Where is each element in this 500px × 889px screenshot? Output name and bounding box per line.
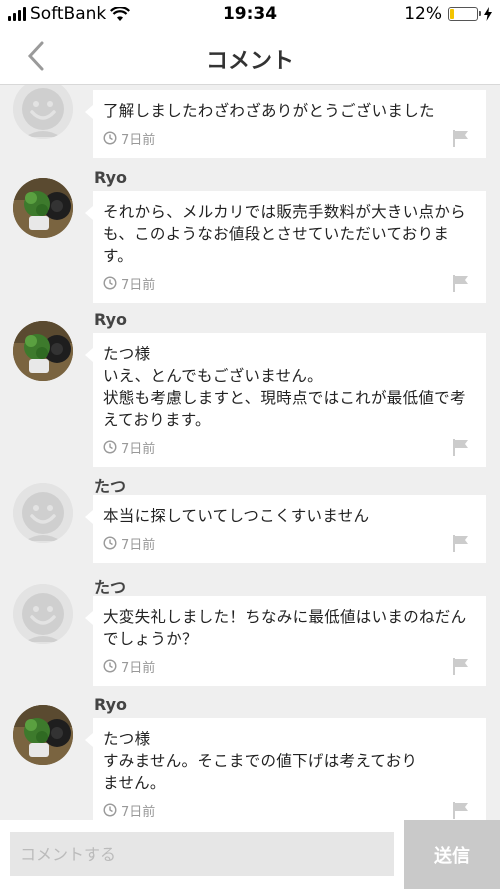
comment-bubble: たつ様 すみません。そこまでの値下げは考えており ません。 7日前 (85, 718, 486, 820)
flag-icon[interactable] (452, 657, 470, 675)
avatar[interactable] (13, 483, 73, 543)
comment-bubble: たつ様 いえ、とんでもございません。 状態も考慮しますと、現時点ではこれが最低値… (85, 333, 486, 467)
comment-text: 本当に探していてしつこくすいません (103, 507, 370, 525)
avatar[interactable] (13, 705, 73, 765)
default-avatar-icon (13, 584, 73, 644)
comment-text: たつ様 すみません。そこまでの値下げは考えており ません。 (103, 730, 418, 792)
clock-icon (103, 440, 117, 454)
comment-time: 7日前 (121, 441, 156, 457)
clock-icon (103, 276, 117, 290)
comment-text: 大変失礼しました！ちなみに最低値はいまのねだん でしょうか？ (103, 608, 467, 648)
flag-icon[interactable] (452, 801, 470, 819)
comment-bubble: 了解しましたわざわざありがとうございました 7日前 (85, 90, 486, 158)
comment-input-bar: 送信 (0, 820, 500, 889)
comment-time: 7日前 (121, 537, 156, 553)
clock-icon (103, 803, 117, 817)
user-photo (13, 178, 73, 238)
avatar[interactable] (13, 178, 73, 238)
nav-bar: コメント (0, 30, 500, 85)
comment-time: 7日前 (121, 804, 156, 820)
avatar[interactable] (13, 85, 73, 139)
user-photo (13, 321, 73, 381)
page-title: コメント (205, 49, 294, 74)
clock-icon (103, 659, 117, 673)
comment-username[interactable]: Ryo (94, 168, 127, 187)
flag-icon[interactable] (452, 274, 470, 292)
clock-icon (103, 131, 117, 145)
comment-username[interactable]: たつ (94, 574, 126, 598)
comment-text: 了解しましたわざわざありがとうございました (103, 102, 435, 120)
avatar[interactable] (13, 321, 73, 381)
default-avatar-icon (13, 483, 73, 543)
comment-time: 7日前 (121, 277, 156, 293)
default-avatar-icon (13, 85, 73, 139)
charging-icon (484, 7, 492, 21)
avatar[interactable] (13, 584, 73, 644)
comment-bubble: 本当に探していてしつこくすいません 7日前 (85, 495, 486, 563)
comment-username[interactable]: たつ (94, 473, 126, 497)
comment-bubble: それから、メルカリでは販売手数料が大きい点から も、このようなお値段とさせていた… (85, 191, 486, 303)
comment-username[interactable]: Ryo (94, 310, 127, 329)
comment-text: たつ様 いえ、とんでもございません。 状態も考慮しますと、現時点ではこれが最低値… (103, 345, 466, 429)
battery-icon (448, 7, 481, 21)
clock-icon (103, 536, 117, 550)
battery-percent: 12% (404, 4, 442, 24)
comment-bubble: 大変失礼しました！ちなみに最低値はいまのねだん でしょうか？ 7日前 (85, 596, 486, 686)
send-button[interactable]: 送信 (404, 820, 500, 889)
user-photo (13, 705, 73, 765)
status-bar: SoftBank 19:34 12% (0, 0, 500, 30)
comment-time: 7日前 (121, 132, 156, 148)
comment-time: 7日前 (121, 660, 156, 676)
comment-text: それから、メルカリでは販売手数料が大きい点から も、このようなお値段とさせていた… (103, 203, 466, 265)
flag-icon[interactable] (452, 534, 470, 552)
comment-list[interactable]: 了解しましたわざわざありがとうございました 7日前 Ryo それから、メルカリで… (0, 85, 500, 820)
flag-icon[interactable] (452, 438, 470, 456)
flag-icon[interactable] (452, 129, 470, 147)
comment-username[interactable]: Ryo (94, 695, 127, 714)
comment-input[interactable] (10, 832, 394, 876)
